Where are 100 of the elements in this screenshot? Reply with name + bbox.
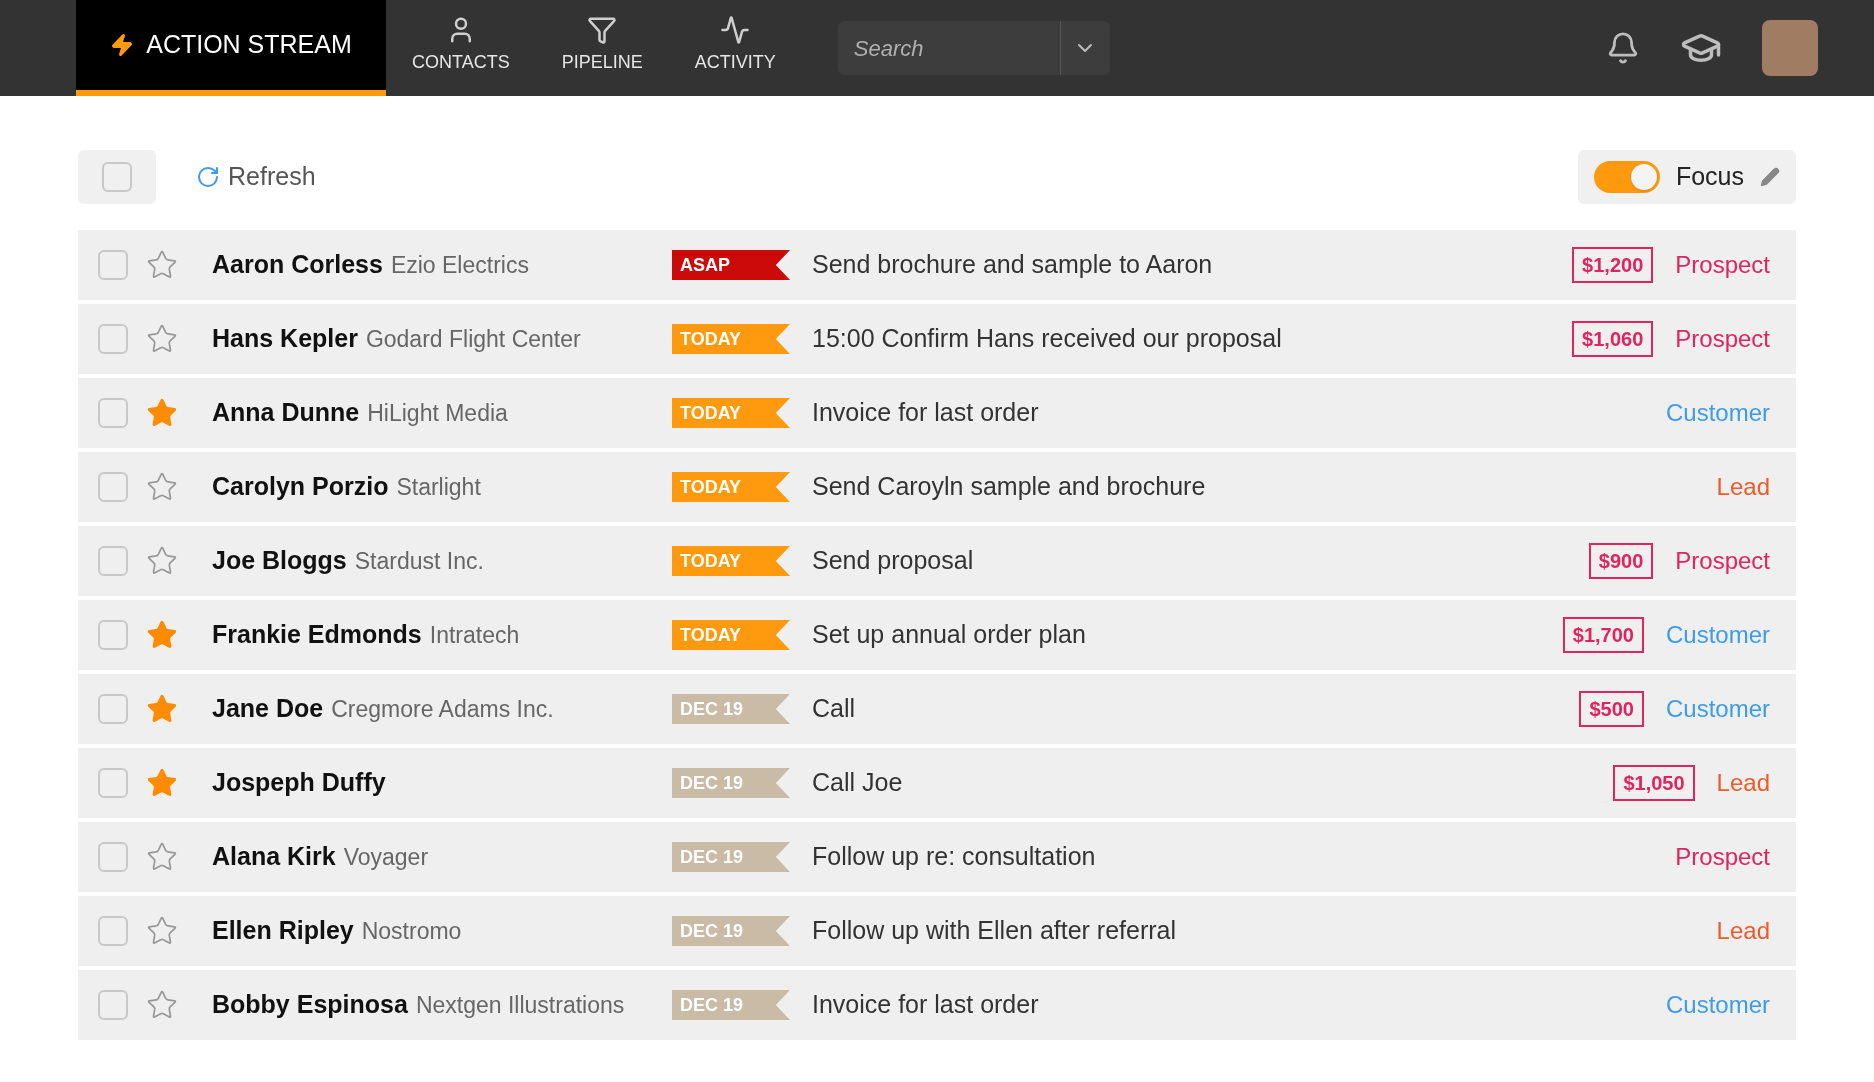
contact-name[interactable]: Anna Dunne bbox=[212, 394, 360, 432]
task-row[interactable]: Carolyn Porzio Starlight TODAY Send Caroyln sample and brochure Lead bbox=[78, 452, 1796, 522]
company-name: Ezio Electrics bbox=[390, 251, 529, 281]
star-icon[interactable] bbox=[146, 471, 178, 503]
contact-name[interactable]: Joe Bloggs bbox=[212, 542, 347, 580]
company-name: Voyager bbox=[343, 843, 429, 873]
task-row[interactable]: Joe Bloggs Stardust Inc. TODAY Send proposal $900 Prospect bbox=[78, 526, 1796, 596]
task-text[interactable]: Set up annual order plan bbox=[812, 616, 1563, 654]
star-icon[interactable] bbox=[146, 693, 178, 725]
status-label: Prospect bbox=[1675, 324, 1770, 354]
status-label: Prospect bbox=[1675, 250, 1770, 280]
checkbox[interactable] bbox=[98, 694, 128, 724]
status-label: Customer bbox=[1665, 398, 1770, 428]
star-icon[interactable] bbox=[146, 841, 178, 873]
star-icon[interactable] bbox=[146, 989, 178, 1021]
task-text[interactable]: Follow up with Ellen after referral bbox=[812, 912, 1717, 950]
checkbox[interactable] bbox=[102, 162, 132, 192]
checkbox[interactable] bbox=[98, 250, 128, 280]
task-text[interactable]: 15:00 Confirm Hans received our proposal bbox=[812, 320, 1573, 358]
status-label: Lead bbox=[1716, 472, 1770, 502]
task-row[interactable]: Alana Kirk Voyager DEC 19 Follow up re: consultation Prospect bbox=[78, 822, 1796, 892]
due-tag: DEC 19 bbox=[672, 768, 790, 798]
star-icon[interactable] bbox=[146, 545, 178, 577]
task-text[interactable]: Call Joe bbox=[812, 764, 1614, 802]
pulse-icon bbox=[720, 14, 751, 45]
task-row[interactable]: Jospeph Duffy DEC 19 Call Joe $1,050 Lead bbox=[78, 748, 1796, 818]
avatar-placeholder[interactable] bbox=[1762, 20, 1818, 76]
nav-tab[interactable]: ACTION STREAM bbox=[76, 0, 386, 96]
star-icon[interactable] bbox=[146, 915, 178, 947]
star-icon[interactable] bbox=[146, 767, 178, 799]
contact-name[interactable]: Bobby Espinosa bbox=[212, 986, 408, 1024]
task-text[interactable]: Send brochure and sample to Aaron bbox=[812, 246, 1573, 284]
task-row[interactable]: Hans Kepler Godard Flight Center TODAY 15:00 Confirm Hans received our proposal $1,060 Prospect bbox=[78, 304, 1796, 374]
status-label: Customer bbox=[1665, 620, 1770, 650]
due-tag: TODAY bbox=[672, 472, 790, 502]
company-name: HiLight Media bbox=[367, 399, 508, 429]
due-tag: TODAY bbox=[672, 620, 790, 650]
task-row[interactable]: Ellen Ripley Nostromo DEC 19 Follow up with Ellen after referral Lead bbox=[78, 896, 1796, 966]
notification-bell-icon[interactable] bbox=[1606, 31, 1640, 65]
task-text[interactable]: Invoice for last order bbox=[812, 394, 1666, 432]
search-dropdown-button[interactable] bbox=[1059, 21, 1110, 75]
company-name: Godard Flight Center bbox=[365, 325, 581, 355]
checkbox[interactable] bbox=[98, 768, 128, 798]
star-icon[interactable] bbox=[146, 397, 178, 429]
contact-name[interactable]: Jospeph Duffy bbox=[212, 764, 386, 802]
amount-badge: $1,050 bbox=[1613, 765, 1695, 801]
due-tag: DEC 19 bbox=[672, 916, 790, 946]
company-name: Cregmore Adams Inc. bbox=[331, 695, 554, 725]
nav-tab[interactable]: CONTACTS bbox=[386, 0, 536, 96]
due-tag: DEC 19 bbox=[672, 990, 790, 1020]
task-text[interactable]: Send Caroyln sample and brochure bbox=[812, 468, 1717, 506]
status-label: Prospect bbox=[1675, 546, 1770, 576]
contact-name[interactable]: Ellen Ripley bbox=[212, 912, 354, 950]
task-text[interactable]: Send proposal bbox=[812, 542, 1589, 580]
checkbox[interactable] bbox=[98, 916, 128, 946]
company-name: Nostromo bbox=[361, 917, 462, 947]
status-label: Lead bbox=[1716, 768, 1770, 798]
refresh-button[interactable]: Refresh bbox=[196, 158, 316, 196]
contact-name[interactable]: Jane Doe bbox=[212, 690, 324, 728]
task-text[interactable]: Call bbox=[812, 690, 1580, 728]
amount-badge: $1,060 bbox=[1572, 321, 1654, 357]
checkbox[interactable] bbox=[98, 398, 128, 428]
nav-tab[interactable]: ACTIVITY bbox=[668, 0, 802, 96]
contact-name[interactable]: Alana Kirk bbox=[212, 838, 336, 876]
checkbox[interactable] bbox=[98, 324, 128, 354]
task-row[interactable]: Bobby Espinosa Nextgen Illustrations DEC 19 Invoice for last order Customer bbox=[78, 970, 1796, 1040]
checkbox[interactable] bbox=[98, 620, 128, 650]
task-row[interactable]: Jane Doe Cregmore Adams Inc. DEC 19 Call $500 Customer bbox=[78, 674, 1796, 744]
status-label: Lead bbox=[1716, 916, 1770, 946]
search-field[interactable]: Search bbox=[837, 21, 1060, 75]
amount-badge: $1,700 bbox=[1562, 617, 1644, 653]
refresh-icon bbox=[196, 165, 220, 189]
due-tag: TODAY bbox=[672, 546, 790, 576]
due-tag: DEC 19 bbox=[672, 694, 790, 724]
contact-name[interactable]: Frankie Edmonds bbox=[212, 616, 422, 654]
task-row[interactable]: Frankie Edmonds Intratech TODAY Set up annual order plan $1,700 Customer bbox=[78, 600, 1796, 670]
due-tag: ASAP bbox=[672, 250, 790, 280]
contact-name[interactable]: Aaron Corless bbox=[212, 246, 383, 284]
star-icon[interactable] bbox=[146, 249, 178, 281]
star-icon[interactable] bbox=[146, 619, 178, 651]
contact-name[interactable]: Hans Kepler bbox=[212, 320, 358, 358]
pencil-icon[interactable] bbox=[1760, 167, 1780, 187]
checkbox[interactable] bbox=[98, 472, 128, 502]
task-row[interactable]: Aaron Corless Ezio Electrics ASAP Send brochure and sample to Aaron $1,200 Prospect bbox=[78, 230, 1796, 300]
focus-toggle[interactable] bbox=[1593, 161, 1660, 193]
due-tag: TODAY bbox=[672, 324, 790, 354]
due-tag: DEC 19 bbox=[672, 842, 790, 872]
task-text[interactable]: Invoice for last order bbox=[812, 986, 1666, 1024]
task-text[interactable]: Follow up re: consultation bbox=[812, 838, 1676, 876]
checkbox[interactable] bbox=[98, 546, 128, 576]
contact-name[interactable]: Carolyn Porzio bbox=[212, 468, 389, 506]
nav-tab[interactable]: PIPELINE bbox=[535, 0, 669, 96]
amount-badge: $1,200 bbox=[1572, 247, 1654, 283]
lightning-bolt-icon bbox=[110, 33, 135, 57]
status-label: Customer bbox=[1665, 694, 1770, 724]
task-row[interactable]: Anna Dunne HiLight Media TODAY Invoice for last order Customer bbox=[78, 378, 1796, 448]
checkbox[interactable] bbox=[98, 990, 128, 1020]
checkbox[interactable] bbox=[98, 842, 128, 872]
star-icon[interactable] bbox=[146, 323, 178, 355]
due-tag: TODAY bbox=[672, 398, 790, 428]
